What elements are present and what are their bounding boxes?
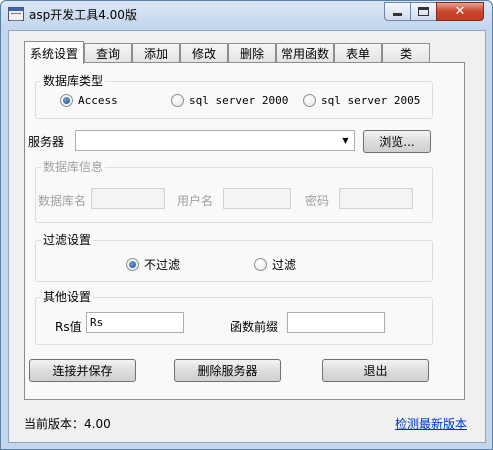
other-settings-group: 其他设置 Rs值 Rs 函数前缀 xyxy=(35,290,433,345)
function-prefix-input[interactable] xyxy=(287,312,385,333)
db-info-group: 数据库信息 数据库名 用户名 密码 xyxy=(35,160,433,223)
close-button[interactable]: ✕ xyxy=(436,2,484,21)
close-icon: ✕ xyxy=(454,4,466,19)
tab-query[interactable]: 查询 xyxy=(84,43,132,63)
username-input[interactable] xyxy=(223,188,291,209)
db-type-group-label: 数据库类型 xyxy=(41,74,106,88)
filter-group: 过滤设置 不过滤 过滤 xyxy=(35,233,433,282)
app-icon[interactable] xyxy=(8,7,24,21)
tab-panel-system-settings: 数据库类型 Access sql server 2000 sql server … xyxy=(24,62,465,400)
radio-unchecked-icon xyxy=(171,94,184,107)
function-prefix-label: 函数前缀 xyxy=(230,320,279,334)
radio-sqlserver-2000[interactable]: sql server 2000 xyxy=(171,94,288,107)
radio-checked-icon xyxy=(60,94,73,107)
delete-server-button[interactable]: 删除服务器 xyxy=(174,359,281,382)
tab-system-settings[interactable]: 系统设置 xyxy=(24,41,84,64)
radio-sqlserver-2005[interactable]: sql server 2005 xyxy=(303,94,420,107)
app-window: asp开发工具4.00版 ✕ 系统设置 查询 添加 修改 删除 常用函数 表单 … xyxy=(0,0,493,450)
minimize-button[interactable] xyxy=(384,2,411,21)
maximize-icon xyxy=(418,7,429,16)
minimize-icon xyxy=(393,13,402,16)
radio-unchecked-icon xyxy=(303,94,316,107)
db-name-input[interactable] xyxy=(91,188,165,209)
window-title: asp开发工具4.00版 xyxy=(29,8,137,22)
client-area: 系统设置 查询 添加 修改 删除 常用函数 表单 类 数据库类型 Access … xyxy=(8,30,486,443)
tab-delete[interactable]: 删除 xyxy=(228,43,276,63)
username-label: 用户名 xyxy=(177,194,214,208)
db-name-label: 数据库名 xyxy=(38,194,87,208)
other-settings-group-label: 其他设置 xyxy=(41,290,94,304)
password-label: 密码 xyxy=(305,194,330,208)
radio-access-label: Access xyxy=(78,94,118,107)
filter-group-label: 过滤设置 xyxy=(41,233,94,247)
tab-form[interactable]: 表单 xyxy=(334,43,382,63)
rs-label: Rs值 xyxy=(55,320,82,334)
tab-class[interactable]: 类 xyxy=(382,43,430,63)
tab-add[interactable]: 添加 xyxy=(132,43,180,63)
server-combobox[interactable]: ▼ xyxy=(75,130,355,151)
db-type-group: 数据库类型 Access sql server 2000 sql server … xyxy=(35,74,433,119)
exit-button[interactable]: 退出 xyxy=(322,359,429,382)
check-update-link[interactable]: 检测最新版本 xyxy=(395,415,467,432)
tab-common-functions[interactable]: 常用函数 xyxy=(276,43,334,63)
radio-no-filter[interactable]: 不过滤 xyxy=(126,256,180,273)
password-input[interactable] xyxy=(339,188,413,209)
radio-sqlserver-2000-label: sql server 2000 xyxy=(189,94,289,107)
radio-checked-icon xyxy=(126,258,139,271)
server-label: 服务器 xyxy=(28,135,65,149)
rs-input[interactable]: Rs xyxy=(86,312,184,333)
radio-filter-label: 过滤 xyxy=(272,258,297,272)
browse-button[interactable]: 浏览... xyxy=(363,130,431,153)
radio-access[interactable]: Access xyxy=(60,94,118,107)
chevron-down-icon[interactable]: ▼ xyxy=(337,131,354,150)
radio-sqlserver-2005-label: sql server 2005 xyxy=(321,94,421,107)
db-info-group-label: 数据库信息 xyxy=(41,160,106,174)
maximize-button[interactable] xyxy=(410,2,437,21)
radio-filter[interactable]: 过滤 xyxy=(254,256,296,273)
tab-modify[interactable]: 修改 xyxy=(180,43,228,63)
connect-save-button[interactable]: 连接并保存 xyxy=(29,359,136,382)
radio-unchecked-icon xyxy=(254,258,267,271)
radio-no-filter-label: 不过滤 xyxy=(144,258,181,272)
title-bar[interactable]: asp开发工具4.00版 ✕ xyxy=(1,1,492,28)
version-status: 当前版本：4.00 xyxy=(24,417,111,431)
